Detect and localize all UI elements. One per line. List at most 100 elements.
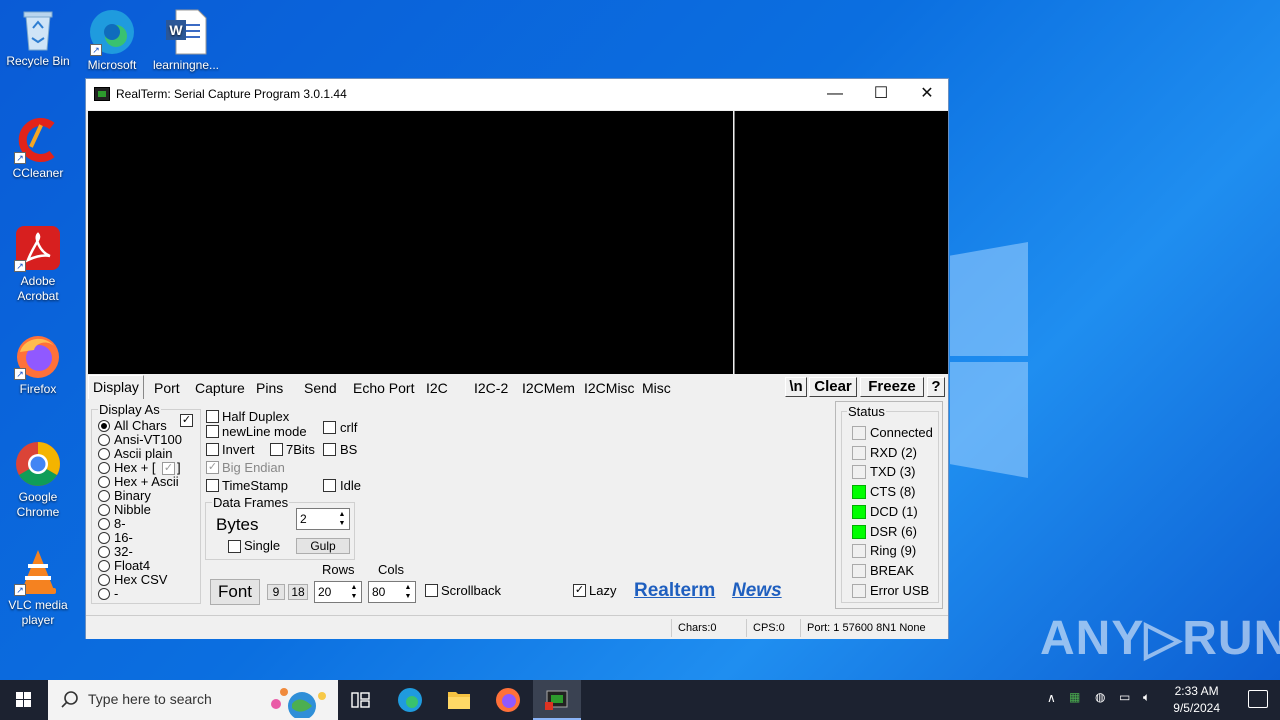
big-endian-label: Big Endian	[222, 460, 285, 475]
radio-ascii-plain[interactable]	[98, 448, 110, 460]
rows-spinner[interactable]: 20 ▲ ▼	[314, 581, 362, 603]
help-button[interactable]: ?	[927, 377, 945, 397]
bs-checkbox[interactable]	[323, 443, 336, 456]
bytes-spinner[interactable]: 2 ▲ ▼	[296, 508, 350, 530]
lazy-checkbox[interactable]: ✓	[573, 584, 586, 597]
terminal-display[interactable]	[88, 111, 733, 374]
chars-counter: Chars:0	[671, 619, 744, 637]
desktop-icon-label: CCleaner	[12, 166, 64, 180]
meet-now-icon[interactable]: ◍	[1095, 690, 1105, 704]
bs-label: BS	[340, 442, 358, 457]
notification-center-icon[interactable]	[1248, 690, 1268, 708]
font-size-9-button[interactable]: 9	[267, 584, 285, 600]
radio-int32[interactable]	[98, 546, 110, 558]
desktop-icon-ccleaner[interactable]: ↗ CCleaner	[0, 116, 76, 181]
status-label: DCD (1)	[870, 503, 918, 519]
desktop-icon-acrobat[interactable]: ↗ Adobe Acrobat	[0, 224, 76, 304]
volume-icon[interactable]: 🔈︎	[1143, 690, 1150, 705]
font-button[interactable]: Font	[210, 579, 260, 605]
invert-checkbox[interactable]	[206, 443, 219, 456]
tab-pins[interactable]: Pins	[252, 377, 287, 399]
taskbar-search[interactable]: Type here to search	[48, 680, 338, 720]
status-label: Connected	[870, 425, 933, 440]
taskbar-realterm[interactable]	[533, 680, 581, 720]
timestamp-checkbox[interactable]	[206, 479, 219, 492]
7bits-checkbox[interactable]	[270, 443, 283, 456]
tab-misc[interactable]: Misc	[638, 377, 675, 399]
radio-binary[interactable]	[98, 490, 110, 502]
clear-button[interactable]: Clear	[809, 377, 857, 397]
status-label: RXD (2)	[870, 444, 917, 460]
recycle-bin-icon	[18, 8, 58, 52]
single-checkbox[interactable]	[228, 540, 241, 553]
desktop-icon-firefox[interactable]: ↗ Firefox	[0, 332, 76, 397]
status-led	[852, 485, 866, 500]
realterm-icon	[545, 690, 568, 710]
search-highlight-globe-icon	[271, 688, 326, 718]
font-size-18-button[interactable]: 18	[288, 584, 308, 600]
radio-hex-ascii[interactable]	[98, 476, 110, 488]
taskbar-edge[interactable]	[386, 680, 434, 720]
radio-hex-csv[interactable]	[98, 574, 110, 586]
radio-dash[interactable]	[98, 588, 110, 600]
start-button[interactable]	[0, 680, 48, 720]
show-hidden-icons-chevron-icon[interactable]: ∧	[1047, 691, 1056, 705]
radio-int8[interactable]	[98, 518, 110, 530]
radio-hex-space[interactable]	[98, 462, 110, 474]
desktop-icon-chrome[interactable]: Google Chrome	[0, 440, 76, 520]
big-endian-checkbox[interactable]: ✓	[206, 461, 219, 474]
maximize-button[interactable]: ☐	[858, 79, 904, 110]
desktop-icon-label: Microsoft Ed...	[87, 58, 137, 72]
data-frames-title: Data Frames	[212, 495, 290, 510]
title-bar[interactable]: RealTerm: Serial Capture Program 3.0.1.4…	[86, 79, 948, 110]
freeze-button[interactable]: Freeze	[860, 377, 924, 397]
tab-send[interactable]: Send	[300, 377, 341, 399]
desktop-icon-recycle-bin[interactable]: Recycle Bin	[0, 8, 76, 69]
network-tray-app-icon[interactable]: ▦	[1069, 690, 1080, 704]
radio-float4[interactable]	[98, 560, 110, 572]
newline-mode-checkbox[interactable]	[206, 425, 219, 438]
tab-i2c-2[interactable]: I2C-2	[470, 377, 512, 399]
option-label: Ansi-VT100	[114, 432, 182, 447]
status-bar: Chars:0 CPS:0 Port: 1 57600 8N1 None	[86, 615, 948, 639]
radio-nibble[interactable]	[98, 504, 110, 516]
spinner-arrows-icon[interactable]: ▲ ▼	[336, 510, 348, 528]
tab-i2cmem[interactable]: I2CMem	[518, 377, 579, 399]
tab-echo-port[interactable]: Echo Port	[349, 377, 418, 399]
scrollback-checkbox[interactable]	[425, 584, 438, 597]
crlf-checkbox[interactable]	[323, 421, 336, 434]
option-label: 8-	[114, 516, 126, 531]
spinner-arrows-icon[interactable]: ▲ ▼	[402, 583, 414, 601]
close-button[interactable]: ✕	[904, 79, 950, 110]
tab-port[interactable]: Port	[150, 377, 184, 399]
tab-display[interactable]: Display	[88, 375, 144, 399]
tab-i2c[interactable]: I2C	[422, 377, 452, 399]
spinner-arrows-icon[interactable]: ▲ ▼	[348, 583, 360, 601]
news-link[interactable]: News	[732, 580, 782, 602]
radio-ansi-vt100[interactable]	[98, 434, 110, 446]
taskbar-file-explorer[interactable]	[435, 680, 483, 720]
status-label: TXD (3)	[870, 464, 916, 480]
display-as-checkbox[interactable]: ✓	[180, 414, 193, 427]
task-view-icon	[351, 692, 370, 708]
network-icon[interactable]: ▭	[1119, 690, 1130, 704]
desktop-icon-edge[interactable]: ↗ Microsoft Ed...	[74, 8, 150, 73]
realterm-link[interactable]: Realterm	[634, 580, 715, 602]
radio-int16[interactable]	[98, 532, 110, 544]
desktop-icon-word-doc[interactable]: W learningne...	[148, 8, 224, 73]
tab-i2cmisc[interactable]: I2CMisc	[580, 377, 639, 399]
desktop-icon-vlc[interactable]: ↗ VLC media player	[0, 548, 76, 628]
radio-all-chars[interactable]	[98, 420, 110, 432]
taskbar-firefox[interactable]	[484, 680, 532, 720]
terminal-side-pane[interactable]	[734, 111, 948, 374]
tab-capture[interactable]: Capture	[191, 377, 249, 399]
newline-button[interactable]: \n	[785, 377, 807, 397]
lazy-label: Lazy	[589, 583, 617, 598]
minimize-button[interactable]: —	[812, 79, 858, 110]
taskbar-clock[interactable]: 2:33 AM 9/5/2024	[1173, 683, 1220, 717]
gulp-button[interactable]: Gulp	[296, 538, 350, 554]
task-view-button[interactable]	[336, 680, 384, 720]
half-duplex-checkbox[interactable]	[206, 410, 219, 423]
cols-spinner[interactable]: 80 ▲ ▼	[368, 581, 416, 603]
idle-checkbox[interactable]	[323, 479, 336, 492]
